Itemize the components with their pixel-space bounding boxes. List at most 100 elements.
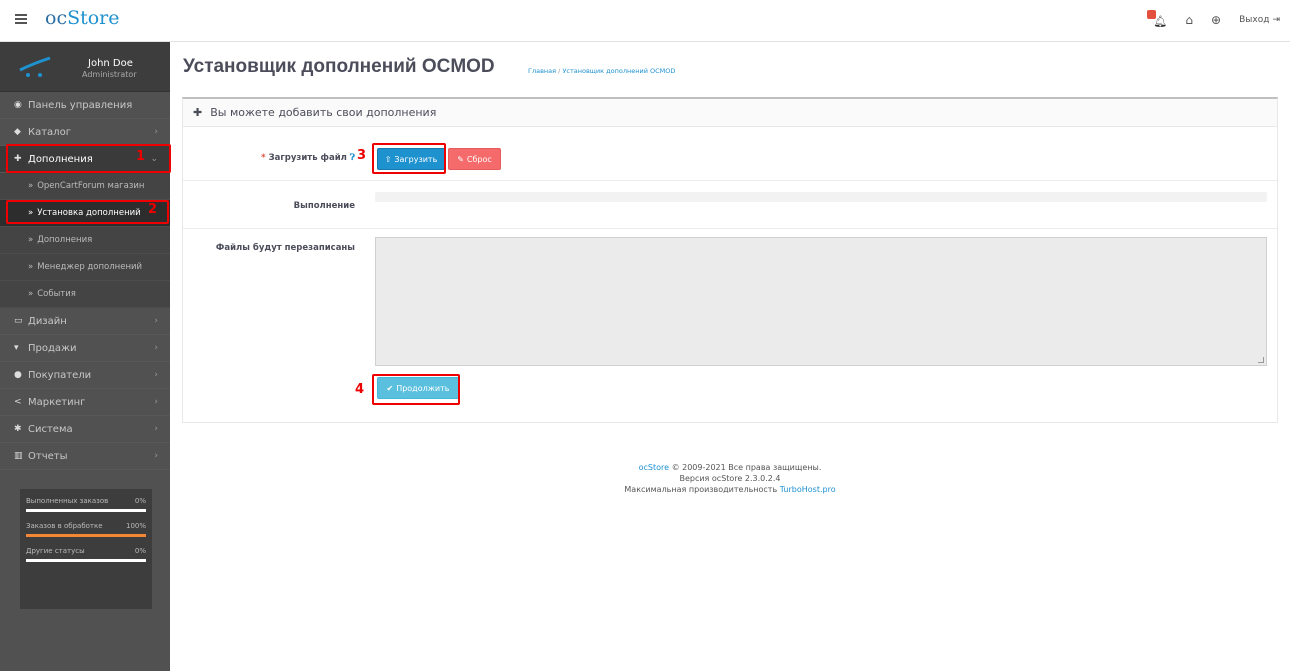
upload-label-text: Загрузить файл: [268, 153, 347, 163]
stat-bar: [26, 509, 146, 512]
sidebar-item-catalog[interactable]: ◆ Каталог ›: [0, 119, 170, 146]
notifications-bell-icon[interactable]: 🔔︎: [1147, 10, 1168, 28]
extensions-submenu: » OpenCartForum магазин » Установка допо…: [0, 173, 170, 308]
stat-value: 100%: [125, 522, 146, 530]
home-icon[interactable]: ⌂: [1185, 13, 1193, 27]
eraser-icon: ✎: [457, 154, 464, 164]
sidebar-item-dashboard[interactable]: ◉ Панель управления: [0, 92, 170, 119]
submenu-label: OpenCartForum магазин: [37, 181, 145, 191]
required-marker: *: [261, 153, 266, 163]
installer-panel: ✚ Вы можете добавить свои дополнения * З…: [182, 97, 1278, 423]
dashboard-icon: ◉: [14, 100, 22, 110]
sidebar-item-label: Продажи: [28, 342, 77, 354]
submenu-label: Менеджер дополнений: [37, 262, 143, 272]
cart-logo-icon: [19, 56, 51, 77]
annotation-box-4: [372, 374, 460, 405]
reset-button-label: Сброс: [466, 154, 492, 164]
profile-block[interactable]: John Doe Administrator: [0, 42, 170, 92]
sidebar-item-system[interactable]: ✱ Система ›: [0, 416, 170, 443]
chevron-right-icon: ›: [154, 343, 158, 353]
overwrite-textarea[interactable]: [375, 237, 1267, 366]
sidebar-item-reports[interactable]: ▥ Отчеты ›: [0, 443, 170, 470]
puzzle-icon: ✚: [193, 106, 203, 119]
footer-copyright: ocStore © 2009-2021 Все права защищены.: [182, 462, 1278, 473]
profile-role: Administrator: [82, 70, 137, 79]
logo-text-store: Store: [67, 7, 120, 29]
monitor-icon: ▭: [14, 316, 23, 326]
help-icon[interactable]: ❓︎: [350, 153, 355, 163]
stat-label: Выполненных заказов: [26, 497, 109, 505]
chevron-right-icon: ›: [154, 397, 158, 407]
sidebar-item-customers[interactable]: ● Покупатели ›: [0, 362, 170, 389]
logout-label: Выход: [1239, 15, 1270, 25]
top-header: ocStore 🔔︎ ⌂ ⊕ Выход ⇥: [0, 0, 1290, 42]
stat-value: 0%: [134, 497, 146, 505]
submenu-label: Дополнения: [37, 235, 93, 245]
sidebar-item-design[interactable]: ▭ Дизайн ›: [0, 308, 170, 335]
chevron-right-icon: ›: [154, 424, 158, 434]
breadcrumb-home[interactable]: Главная: [528, 67, 556, 75]
chevron-right-icon: ›: [154, 451, 158, 461]
panel-title: Вы можете добавить свои дополнения: [210, 106, 437, 119]
sign-out-icon: ⇥: [1272, 15, 1280, 25]
bell-icon: 🔔︎: [1153, 15, 1168, 28]
progress-bar: [375, 192, 1267, 202]
stat-label: Заказов в обработке: [26, 522, 103, 530]
breadcrumb-current[interactable]: Установщик дополнений OCMOD: [562, 67, 675, 75]
bar-chart-icon: ▥: [14, 451, 23, 461]
sidebar-item-sales[interactable]: ▾ Продажи ›: [0, 335, 170, 362]
sidebar-item-label: Панель управления: [28, 99, 133, 111]
sidebar-item-label: Система: [28, 423, 73, 435]
chevron-right-icon: ›: [154, 316, 158, 326]
overwrite-label: Файлы будут перезаписаны: [215, 243, 355, 253]
sidebar: John Doe Administrator ◉ Панель управлен…: [0, 42, 170, 671]
footer-brand-link[interactable]: ocStore: [639, 463, 669, 472]
logout-link[interactable]: Выход ⇥: [1239, 15, 1280, 25]
order-stats: Выполненных заказов 0% Заказов в обработк…: [20, 489, 152, 609]
submenu-item-opencartforum[interactable]: » OpenCartForum магазин: [0, 173, 170, 200]
stat-label: Другие статусы: [26, 547, 85, 555]
sidebar-item-label: Отчеты: [28, 450, 68, 462]
progress-row: Выполнение: [183, 181, 1277, 229]
support-icon[interactable]: ⊕: [1211, 13, 1221, 27]
sidebar-nav-lower: ▭ Дизайн › ▾ Продажи › ● Покупатели › < …: [0, 308, 170, 470]
cart-icon: ▾: [14, 343, 19, 353]
annotation-number-2: 2: [148, 202, 158, 217]
annotation-box-2: [6, 200, 169, 224]
annotation-box-3: [372, 143, 446, 174]
submenu-item-modifications[interactable]: » Менеджер дополнений: [0, 254, 170, 281]
stat-processing: Заказов в обработке 100%: [26, 522, 146, 537]
annotation-number-4: 4: [355, 382, 365, 397]
annotation-number-3: 3: [357, 148, 367, 163]
submenu-item-extensions[interactable]: » Дополнения: [0, 227, 170, 254]
annotation-box-1: [6, 144, 171, 173]
menu-toggle-icon[interactable]: [15, 14, 27, 26]
reset-button[interactable]: ✎ Сброс: [448, 148, 501, 170]
stat-bar: [26, 534, 146, 537]
chevron-right-icon: ›: [154, 127, 158, 137]
tag-icon: ◆: [14, 127, 21, 137]
logo[interactable]: ocStore: [45, 7, 120, 29]
upload-label: * Загрузить файл ❓︎: [261, 153, 355, 163]
footer-perf-text: Максимальная производительность: [624, 485, 778, 494]
page-title: Установщик дополнений OCMOD: [183, 56, 495, 77]
footer-performance: Максимальная производительность TurboHos…: [182, 484, 1278, 495]
share-icon: <: [14, 397, 22, 407]
profile-name: John Doe: [88, 58, 133, 69]
upload-row: * Загрузить файл ❓︎ ⇧ Загрузить ✎ Сброс: [183, 127, 1277, 181]
gear-icon: ✱: [14, 424, 22, 434]
submenu-item-events[interactable]: » События: [0, 281, 170, 308]
footer-perf-link[interactable]: TurboHost.pro: [780, 485, 836, 494]
annotation-number-1: 1: [136, 149, 146, 164]
panel-heading: ✚ Вы можете добавить свои дополнения: [183, 99, 1277, 127]
footer-version: Версия ocStore 2.3.0.2.4: [679, 474, 781, 483]
progress-label: Выполнение: [293, 201, 355, 211]
resize-handle[interactable]: [1258, 357, 1264, 363]
breadcrumb: Главная / Установщик дополнений OCMOD: [528, 67, 675, 75]
stat-bar: [26, 559, 146, 562]
logo-text-oc: oc: [45, 7, 68, 29]
user-icon: ●: [14, 370, 22, 380]
header-actions: 🔔︎ ⌂ ⊕ Выход ⇥: [1147, 10, 1280, 28]
sidebar-item-marketing[interactable]: < Маркетинг ›: [0, 389, 170, 416]
footer: ocStore © 2009-2021 Все права защищены. …: [182, 462, 1278, 495]
